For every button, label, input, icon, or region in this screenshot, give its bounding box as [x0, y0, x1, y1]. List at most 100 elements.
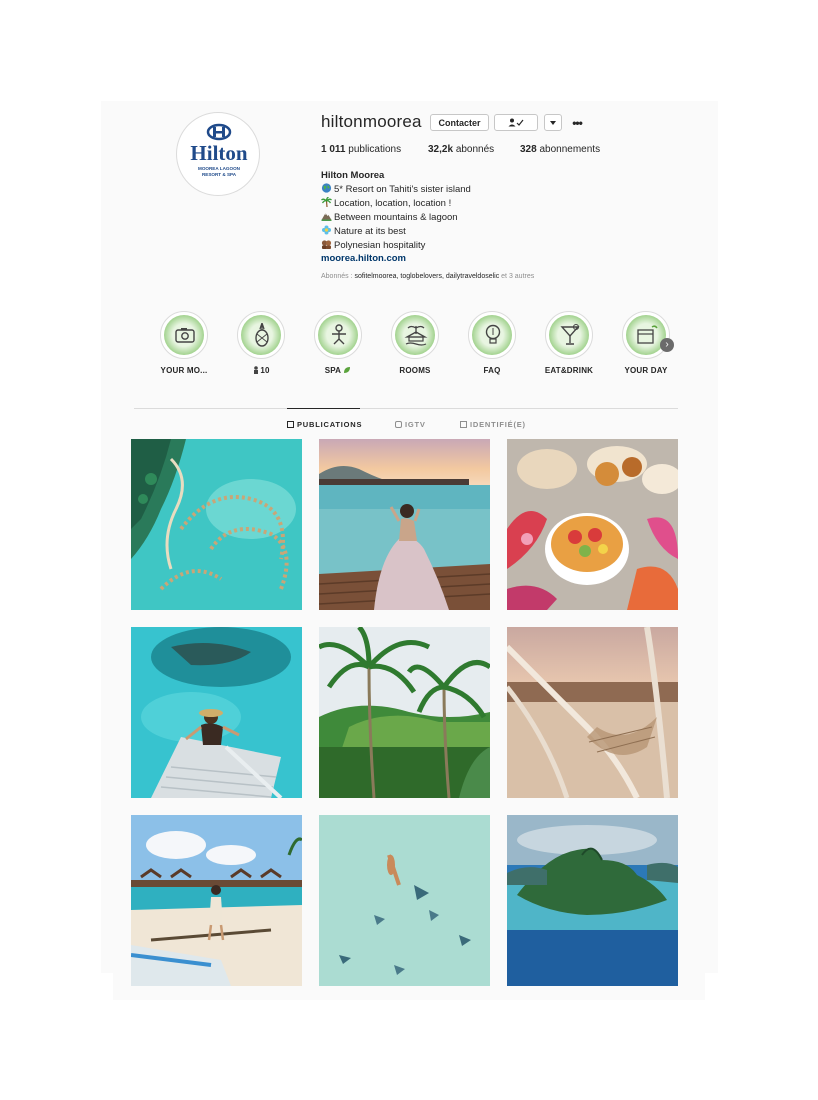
post-thumbnail[interactable] — [507, 627, 678, 798]
highlight-item[interactable]: 10 — [229, 311, 293, 375]
lightbulb-icon — [485, 324, 501, 344]
profile-username: hiltonmoorea — [321, 112, 422, 131]
tab-label: IGTV — [405, 420, 426, 429]
active-tab-indicator — [287, 408, 360, 409]
post-thumbnail[interactable] — [319, 627, 490, 798]
ellipsis-icon: ••• — [572, 115, 583, 130]
tag-icon — [460, 421, 467, 428]
avatar-sub-text-1: MOOREA LAGOON — [198, 166, 241, 171]
contact-button[interactable]: Contacter — [430, 114, 489, 131]
highlight-label: ROOMS — [399, 366, 431, 375]
highlight-item[interactable]: FAQ — [460, 311, 524, 375]
following-button[interactable] — [494, 114, 538, 131]
people-icon — [321, 240, 332, 249]
post-image — [319, 815, 490, 986]
followed-by-prefix: Abonnés : — [321, 273, 355, 280]
post-image — [131, 815, 302, 986]
flower-icon — [322, 225, 331, 235]
person-check-icon — [508, 118, 524, 127]
highlight-item[interactable]: EAT&DRINK — [537, 311, 601, 375]
highlight-ring[interactable] — [468, 311, 516, 359]
more-options-button[interactable]: ••• — [569, 114, 585, 131]
post-thumbnail[interactable] — [507, 815, 678, 986]
post-image — [507, 815, 678, 986]
followed-by-names: sofitelmoorea, toglobelovers, dailytrave… — [354, 273, 500, 280]
globe-icon — [321, 183, 332, 193]
post-image — [319, 439, 490, 610]
hilton-logo-icon: Hilton MOOREA LAGOON RESORT & SPA — [190, 123, 248, 177]
post-image — [131, 627, 302, 798]
calendar-icon — [637, 325, 658, 344]
spa-icon — [332, 324, 346, 345]
bio-line-text: 5* Resort on Tahiti's sister island — [334, 184, 471, 195]
tv-icon — [395, 421, 402, 428]
tab-label: PUBLICATIONS — [297, 420, 363, 429]
camera-icon — [175, 328, 195, 343]
highlight-ring[interactable] — [314, 311, 362, 359]
highlight-item[interactable]: SPA — [306, 311, 370, 375]
highlight-item[interactable]: YOUR MO... — [152, 311, 216, 375]
profile-avatar[interactable]: Hilton MOOREA LAGOON RESORT & SPA — [176, 112, 260, 196]
avatar-sub-text-2: RESORT & SPA — [202, 172, 237, 177]
bio-line-text: Location, location, location ! — [334, 198, 452, 209]
bio-line: Polynesian hospitality — [321, 239, 425, 251]
post-thumbnail[interactable] — [507, 439, 678, 610]
post-image — [507, 627, 678, 798]
caret-down-icon — [550, 120, 556, 125]
highlight-ring[interactable] — [622, 311, 670, 359]
bio-name: Hilton Moorea — [321, 170, 385, 181]
suggestions-dropdown-button[interactable] — [544, 114, 562, 131]
pineapple-icon — [255, 323, 269, 347]
avatar-brand-text: Hilton — [190, 141, 247, 165]
highlight-ring[interactable] — [160, 311, 208, 359]
highlights-next-button[interactable]: › — [660, 338, 674, 352]
followed-by-suffix: et 3 autres — [499, 273, 535, 280]
following-label: abonnements — [539, 144, 601, 155]
bio-website-link[interactable]: moorea.hilton.com — [321, 253, 406, 264]
stat-publications: 1 011 publications — [321, 144, 401, 155]
bio-line: Nature at its best — [321, 225, 406, 237]
post-image — [131, 439, 302, 610]
bio-line-text: Nature at its best — [334, 226, 406, 237]
post-thumbnail[interactable] — [131, 439, 302, 610]
post-image — [507, 439, 678, 610]
post-thumbnail[interactable] — [131, 815, 302, 986]
grid-icon — [287, 421, 294, 428]
bio-line-text: Polynesian hospitality — [334, 240, 426, 251]
highlight-item[interactable]: ROOMS — [383, 311, 447, 375]
post-thumbnail[interactable] — [131, 627, 302, 798]
highlight-label-text: SPA — [324, 366, 341, 375]
following-count: 328 — [520, 144, 537, 155]
highlight-label: 10 — [229, 366, 293, 375]
bio-line: 5* Resort on Tahiti's sister island — [321, 183, 471, 195]
highlight-label: YOUR MO... — [160, 366, 208, 375]
mountain-icon — [321, 213, 332, 221]
highlight-label: EAT&DRINK — [544, 366, 594, 375]
highlight-ring[interactable] — [545, 311, 593, 359]
tabs-divider — [134, 408, 678, 409]
highlight-ring[interactable] — [391, 311, 439, 359]
tab-igtv[interactable]: IGTV — [395, 420, 426, 429]
highlight-label: FAQ — [483, 366, 501, 375]
tab-tagged[interactable]: IDENTIFIÉ(E) — [460, 420, 526, 429]
bungalow-icon — [404, 325, 428, 346]
highlight-label: YOUR DAY — [624, 366, 668, 375]
followers-count: 32,2k — [428, 144, 454, 155]
publications-label: publications — [348, 144, 402, 155]
highlight-ring[interactable] — [237, 311, 285, 359]
bio-line: Location, location, location ! — [321, 197, 451, 209]
tab-publications[interactable]: PUBLICATIONS — [287, 420, 362, 429]
stat-followers[interactable]: 32,2k abonnés — [428, 144, 494, 155]
post-image — [319, 627, 490, 798]
leaf-icon — [344, 367, 351, 373]
stat-following[interactable]: 328 abonnements — [520, 144, 600, 155]
chevron-right-icon: › — [665, 339, 669, 350]
post-thumbnail[interactable] — [319, 815, 490, 986]
followers-label: abonnés — [455, 144, 495, 155]
tab-label: IDENTIFIÉ(E) — [470, 420, 526, 429]
palm-tree-icon — [321, 197, 332, 207]
followed-by-text[interactable]: Abonnés : sofitelmoorea, toglobelovers, … — [321, 273, 534, 280]
post-thumbnail[interactable] — [319, 439, 490, 610]
highlight-label-text: 10 — [260, 366, 270, 375]
cocktail-icon — [560, 323, 580, 345]
